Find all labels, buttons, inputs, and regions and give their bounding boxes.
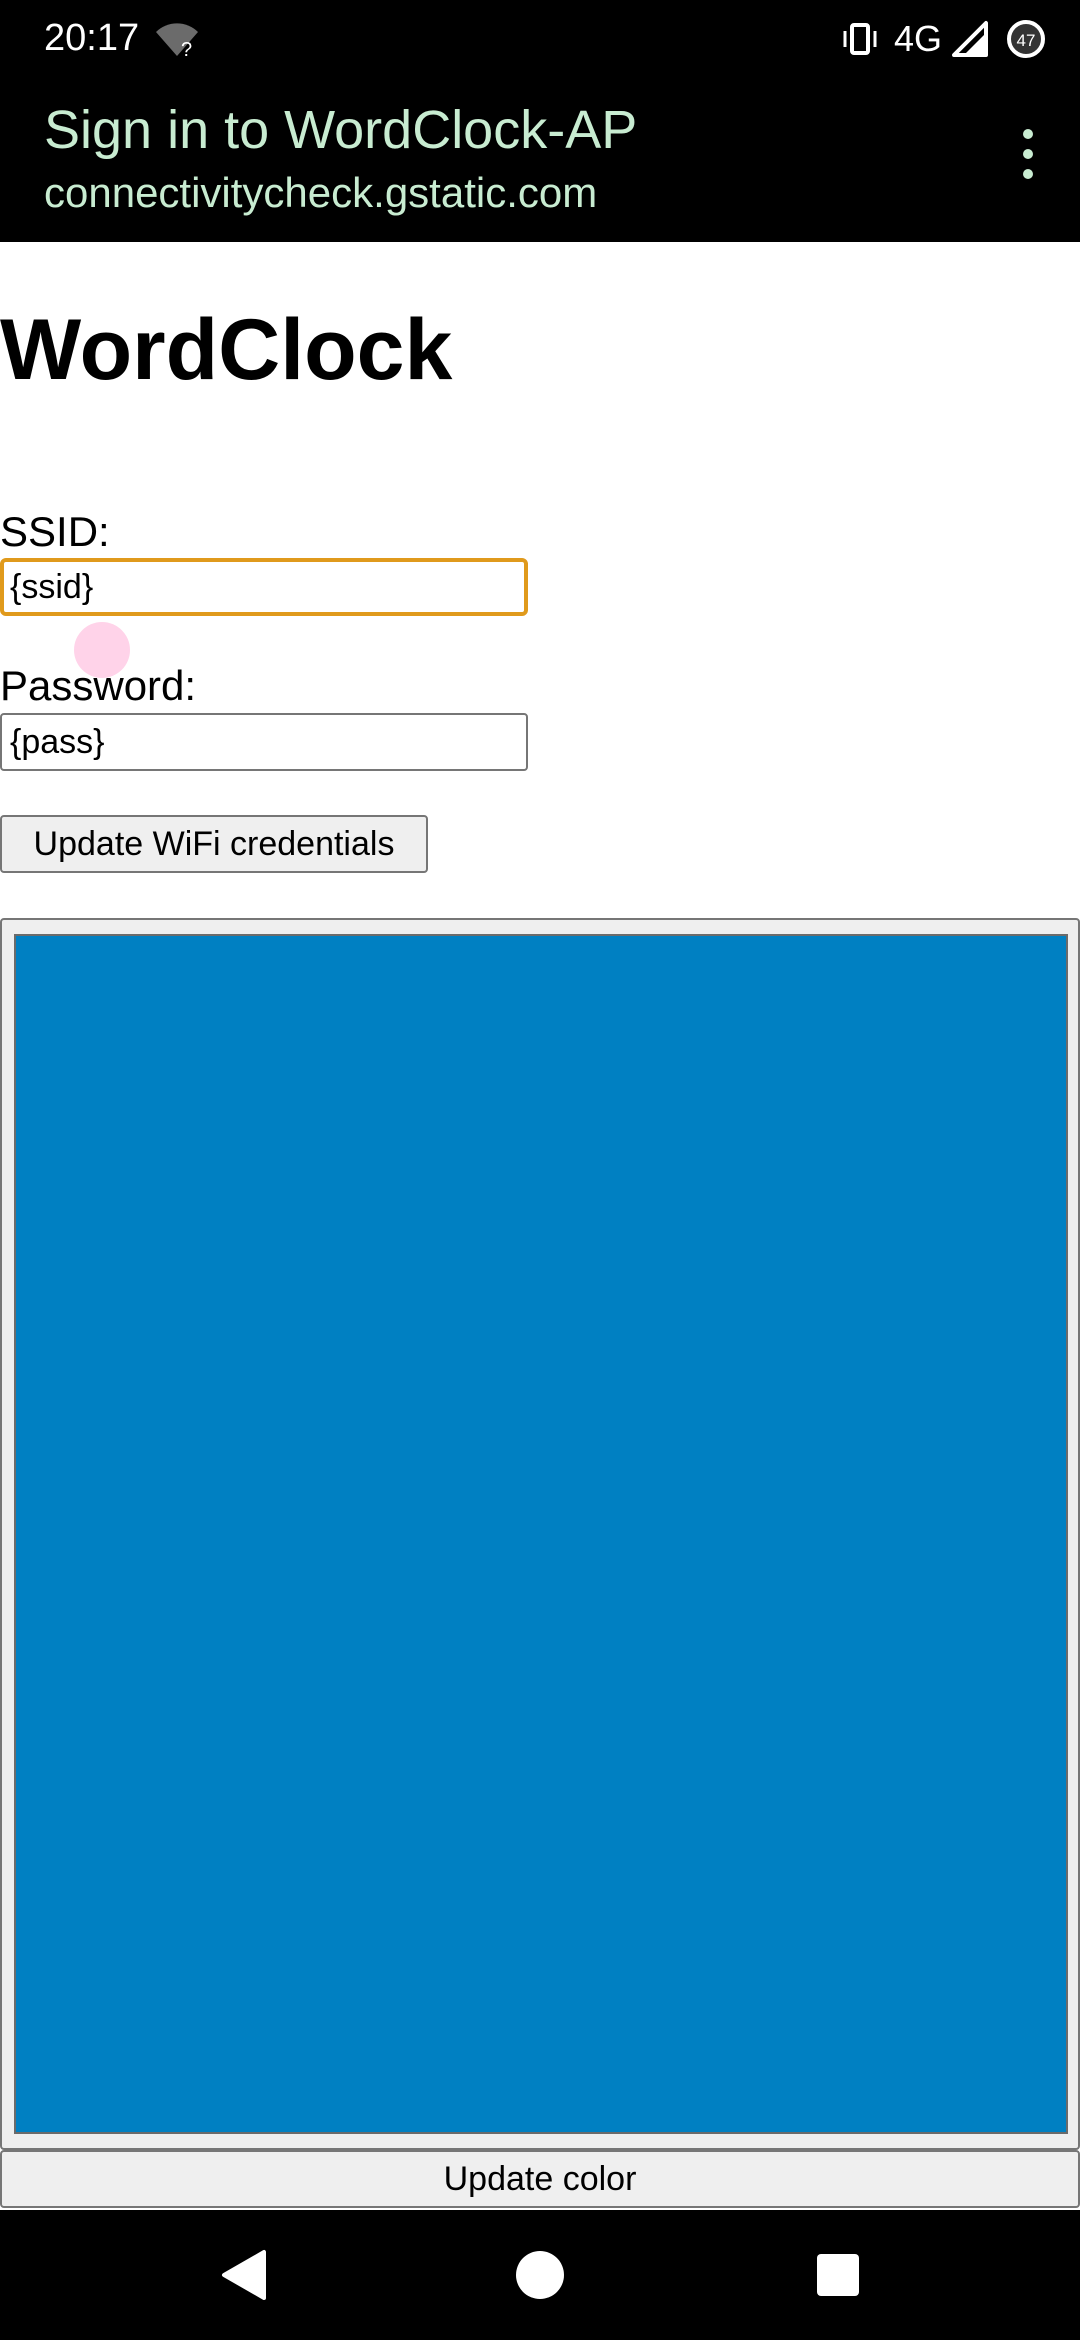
color-input[interactable]: [0, 918, 1080, 2150]
battery-icon: 47: [1007, 20, 1045, 58]
password-label: Password:: [0, 662, 197, 709]
ssid-input[interactable]: {ssid}: [0, 558, 528, 616]
wifi-no-internet-icon: ?: [156, 23, 198, 60]
svg-text:?: ?: [181, 39, 192, 60]
portal-url: connectivitycheck.gstatic.com: [44, 169, 598, 216]
ssid-label: SSID:: [0, 508, 110, 555]
vibrate-icon: [843, 23, 877, 55]
color-swatch[interactable]: [14, 934, 1068, 2134]
recents-icon[interactable]: [803, 2240, 873, 2310]
update-wifi-button[interactable]: Update WiFi credentials: [0, 815, 428, 873]
password-input[interactable]: {pass}: [0, 713, 528, 771]
page-title: WordClock: [0, 302, 453, 398]
portal-title: Sign in to WordClock-AP: [44, 100, 638, 160]
navigation-bar: [0, 2210, 1080, 2340]
network-type: 4G: [893, 18, 942, 59]
portal-header: Sign in to WordClock-AP connectivitychec…: [0, 80, 1080, 242]
more-vert-icon[interactable]: [998, 120, 1058, 190]
back-icon[interactable]: [208, 2240, 278, 2310]
home-icon[interactable]: [505, 2240, 575, 2310]
svg-text:47: 47: [1017, 31, 1036, 50]
status-bar: 20:17 ? 4G 47: [0, 0, 1080, 80]
signal-icon: [952, 21, 988, 57]
update-color-button[interactable]: Update color: [0, 2150, 1080, 2208]
status-time: 20:17: [44, 17, 140, 59]
status-icons: 4G 47: [840, 14, 1048, 64]
